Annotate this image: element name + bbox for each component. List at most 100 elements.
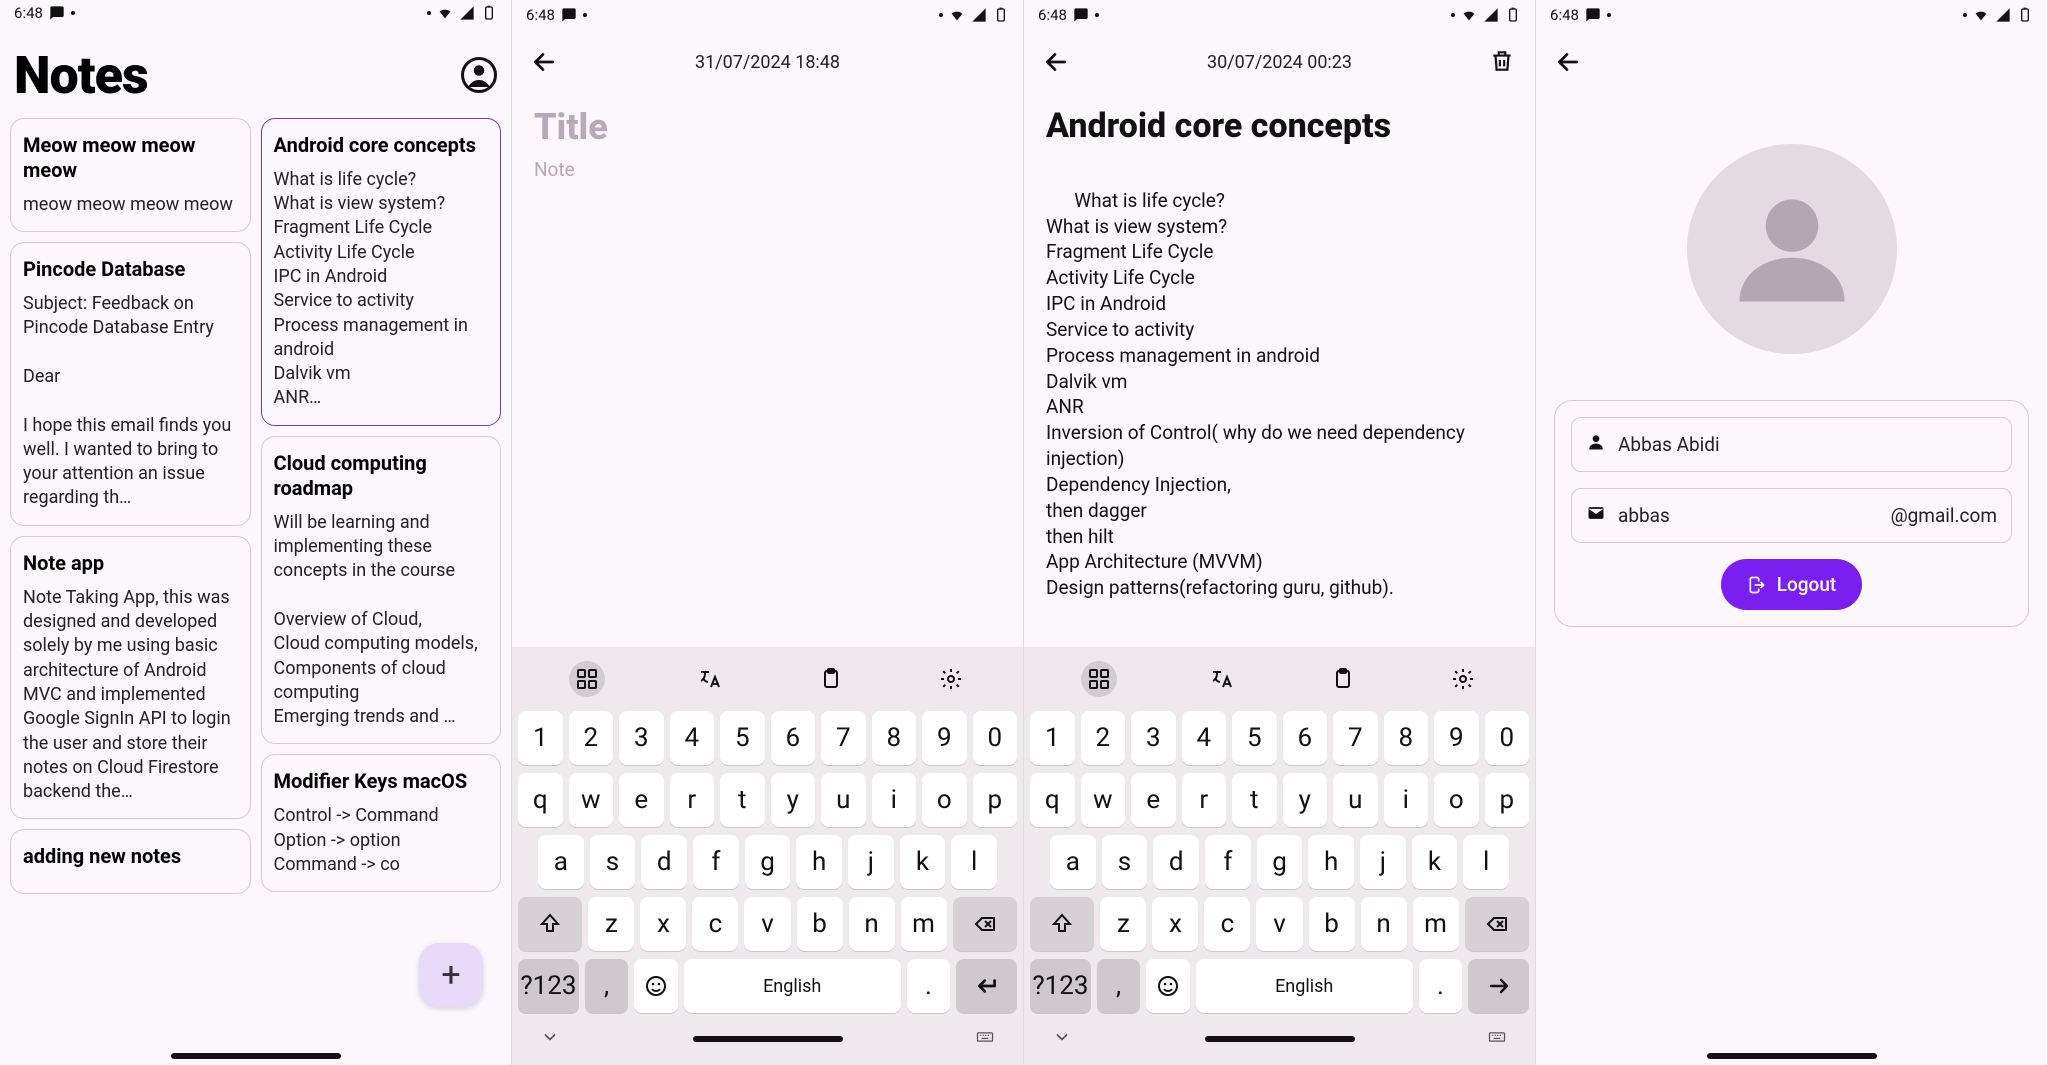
key-j[interactable]: j xyxy=(1360,835,1406,889)
key-e[interactable]: e xyxy=(1131,773,1176,827)
key-w[interactable]: w xyxy=(1081,773,1126,827)
key-4[interactable]: 4 xyxy=(1182,711,1227,765)
note-card[interactable]: Meow meow meow meowmeow meow meow meow xyxy=(10,118,251,232)
period-key[interactable]: . xyxy=(907,959,950,1013)
key-w[interactable]: w xyxy=(569,773,614,827)
key-n[interactable]: n xyxy=(849,897,895,951)
keyboard-icon[interactable] xyxy=(1487,1027,1507,1051)
key-q[interactable]: q xyxy=(518,773,563,827)
note-card[interactable]: Modifier Keys macOSControl -> Command Op… xyxy=(261,754,502,892)
profile-button[interactable] xyxy=(461,57,497,93)
backspace-key[interactable] xyxy=(953,897,1017,951)
key-p[interactable]: p xyxy=(1485,773,1530,827)
home-indicator[interactable] xyxy=(1707,1053,1877,1059)
key-6[interactable]: 6 xyxy=(1283,711,1328,765)
note-card[interactable]: Android core conceptsWhat is life cycle?… xyxy=(261,118,502,426)
logout-button[interactable]: Logout xyxy=(1721,559,1863,610)
key-7[interactable]: 7 xyxy=(1333,711,1378,765)
key-m[interactable]: m xyxy=(1413,897,1459,951)
key-7[interactable]: 7 xyxy=(821,711,866,765)
note-card[interactable]: Pincode DatabaseSubject: Feedback on Pin… xyxy=(10,242,251,526)
key-5[interactable]: 5 xyxy=(720,711,765,765)
key-3[interactable]: 3 xyxy=(1131,711,1176,765)
backspace-key[interactable] xyxy=(1465,897,1529,951)
key-c[interactable]: c xyxy=(1204,897,1250,951)
note-card[interactable]: adding new notes xyxy=(10,829,251,894)
translate-icon[interactable] xyxy=(1207,664,1237,694)
key-v[interactable]: v xyxy=(1256,897,1302,951)
key-a[interactable]: a xyxy=(538,835,584,889)
symbols-key[interactable]: ?123 xyxy=(518,959,579,1013)
key-r[interactable]: r xyxy=(670,773,715,827)
note-card[interactable]: Note appNote Taking App, this was design… xyxy=(10,536,251,820)
key-l[interactable]: l xyxy=(1463,835,1509,889)
key-p[interactable]: p xyxy=(973,773,1018,827)
home-indicator[interactable] xyxy=(171,1053,341,1059)
key-u[interactable]: u xyxy=(1333,773,1378,827)
back-button[interactable] xyxy=(530,48,558,76)
key-8[interactable]: 8 xyxy=(872,711,917,765)
key-2[interactable]: 2 xyxy=(1081,711,1126,765)
key-s[interactable]: s xyxy=(1102,835,1148,889)
key-b[interactable]: b xyxy=(1309,897,1355,951)
key-v[interactable]: v xyxy=(744,897,790,951)
key-o[interactable]: o xyxy=(922,773,967,827)
key-x[interactable]: x xyxy=(1152,897,1198,951)
key-0[interactable]: 0 xyxy=(973,711,1018,765)
key-y[interactable]: y xyxy=(1283,773,1328,827)
key-f[interactable]: f xyxy=(693,835,739,889)
clipboard-icon[interactable] xyxy=(1328,664,1358,694)
emoji-key[interactable] xyxy=(1146,959,1189,1013)
keyboard-icon[interactable] xyxy=(975,1027,995,1051)
gear-icon[interactable] xyxy=(936,664,966,694)
add-note-fab[interactable]: + xyxy=(419,943,483,1007)
translate-icon[interactable] xyxy=(695,664,725,694)
key-1[interactable]: 1 xyxy=(518,711,563,765)
title-input[interactable]: Title xyxy=(534,106,1001,148)
key-t[interactable]: t xyxy=(1232,773,1277,827)
key-l[interactable]: l xyxy=(951,835,997,889)
key-1[interactable]: 1 xyxy=(1030,711,1075,765)
key-g[interactable]: g xyxy=(745,835,791,889)
period-key[interactable]: . xyxy=(1419,959,1462,1013)
key-m[interactable]: m xyxy=(901,897,947,951)
key-e[interactable]: e xyxy=(619,773,664,827)
key-z[interactable]: z xyxy=(1100,897,1146,951)
key-k[interactable]: k xyxy=(900,835,946,889)
enter-key[interactable] xyxy=(1468,959,1529,1013)
key-8[interactable]: 8 xyxy=(1384,711,1429,765)
key-c[interactable]: c xyxy=(692,897,738,951)
key-4[interactable]: 4 xyxy=(670,711,715,765)
clipboard-icon[interactable] xyxy=(816,664,846,694)
home-indicator[interactable] xyxy=(1205,1036,1355,1042)
symbols-key[interactable]: ?123 xyxy=(1030,959,1091,1013)
space-key[interactable]: English xyxy=(1196,959,1413,1013)
key-d[interactable]: d xyxy=(1153,835,1199,889)
home-indicator[interactable] xyxy=(693,1036,843,1042)
shift-key[interactable] xyxy=(518,897,582,951)
key-y[interactable]: y xyxy=(771,773,816,827)
back-button[interactable] xyxy=(1042,48,1070,76)
key-b[interactable]: b xyxy=(797,897,843,951)
key-k[interactable]: k xyxy=(1412,835,1458,889)
note-card[interactable]: Cloud computing roadmapWill be learning … xyxy=(261,436,502,745)
key-3[interactable]: 3 xyxy=(619,711,664,765)
key-d[interactable]: d xyxy=(641,835,687,889)
gear-icon[interactable] xyxy=(1448,664,1478,694)
key-g[interactable]: g xyxy=(1257,835,1303,889)
key-i[interactable]: i xyxy=(872,773,917,827)
key-u[interactable]: u xyxy=(821,773,866,827)
comma-key[interactable]: , xyxy=(1097,959,1140,1013)
chevron-down-icon[interactable] xyxy=(540,1027,560,1051)
note-body-input[interactable]: What is life cycle? What is view system?… xyxy=(1046,162,1513,647)
space-key[interactable]: English xyxy=(684,959,901,1013)
key-2[interactable]: 2 xyxy=(569,711,614,765)
key-6[interactable]: 6 xyxy=(771,711,816,765)
emoji-key[interactable] xyxy=(634,959,677,1013)
key-o[interactable]: o xyxy=(1434,773,1479,827)
key-9[interactable]: 9 xyxy=(1434,711,1479,765)
key-z[interactable]: z xyxy=(588,897,634,951)
key-j[interactable]: j xyxy=(848,835,894,889)
chevron-down-icon[interactable] xyxy=(1052,1027,1072,1051)
enter-key[interactable] xyxy=(956,959,1017,1013)
